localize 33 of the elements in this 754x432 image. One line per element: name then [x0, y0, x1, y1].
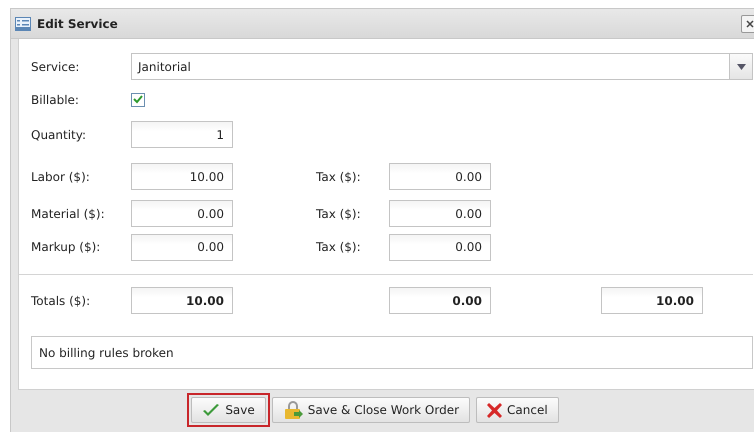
- field-label: Service:: [31, 60, 80, 74]
- save-button[interactable]: Save & Close Work Order: [272, 397, 470, 423]
- field-label: Totals ($):: [31, 294, 92, 308]
- cancel-icon: [487, 402, 502, 418]
- quantity-field[interactable]: 1: [131, 121, 233, 148]
- total-field: 10.00: [601, 287, 703, 314]
- field-label: Labor ($):: [31, 170, 91, 184]
- check-icon: [202, 403, 220, 417]
- dropdown-icon[interactable]: [729, 54, 752, 79]
- total-field: 10.00: [131, 287, 233, 314]
- total-field: 0.00: [389, 287, 491, 314]
- cancel-button[interactable]: Cancel: [476, 397, 559, 423]
- field-label: Quantity:: [31, 128, 88, 142]
- field-label: Tax ($):: [316, 206, 362, 220]
- tax-field[interactable]: 0.00: [389, 234, 491, 260]
- amount-field[interactable]: 10.00: [131, 163, 233, 190]
- amount-field[interactable]: 0.00: [131, 234, 233, 260]
- field-label: Markup ($):: [31, 240, 102, 254]
- amount-field[interactable]: 0.00: [131, 200, 233, 227]
- field-label: Tax ($):: [316, 240, 362, 254]
- billable-checkbox[interactable]: [131, 92, 145, 106]
- service-select[interactable]: Janitorial: [131, 53, 753, 80]
- status-message: No billing rules broken: [39, 346, 174, 360]
- close-icon[interactable]: [741, 15, 754, 33]
- lock-icon: [282, 401, 303, 419]
- tax-field[interactable]: 0.00: [389, 200, 491, 227]
- window-title: Edit Service: [37, 16, 118, 30]
- field-label: Tax ($):: [316, 170, 362, 184]
- save-button[interactable]: Save: [191, 397, 266, 423]
- form-icon: [15, 16, 31, 30]
- field-label: Material ($):: [31, 206, 106, 220]
- tax-field[interactable]: 0.00: [389, 163, 491, 190]
- field-label: Billable:: [31, 92, 80, 106]
